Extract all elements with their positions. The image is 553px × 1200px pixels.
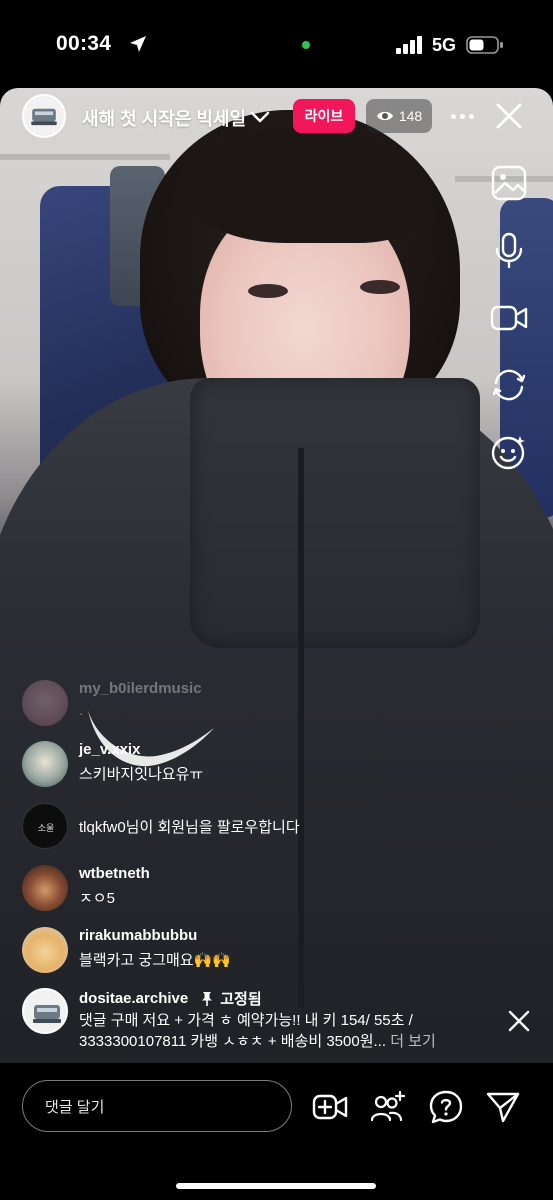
flip-camera-icon[interactable] (490, 366, 528, 404)
comment-avatar[interactable] (22, 927, 68, 973)
follow-notification: 소울 tlqkfw0님이 회원님을 팔로우합니다 (22, 803, 502, 849)
comment-text: 스키바지잇나요유ㅠ (79, 766, 204, 783)
live-badge: 라이브 (293, 99, 355, 133)
follower-avatar-image: 소울 (38, 823, 55, 834)
comment-avatar[interactable] (22, 865, 68, 911)
close-live-icon[interactable] (493, 100, 525, 132)
status-bar: 00:34 5G (0, 0, 553, 88)
comment-text: 블랙카고 궁그매요🙌🙌 (79, 952, 231, 969)
pinned-text-line2-wrap: 3333300107811 카뱅 ㅅㅎㅊ + 배송비 3500원... 더 보기 (79, 1031, 509, 1052)
pinned-label: 고정됨 (220, 991, 262, 1008)
streamer-eye-left (248, 284, 288, 298)
pinned-comment-text: 댓글 구매 저요 + 가격 ㅎ 예약가능!! 내 키 154/ 55초 / 33… (79, 1010, 509, 1052)
comment-item: je_v.xxix 스키바지잇나요유ㅠ (22, 741, 502, 787)
streamer-eye-right (360, 280, 400, 294)
pinned-avatar-image (33, 1005, 61, 1023)
question-icon[interactable] (428, 1089, 464, 1125)
eye-icon (376, 111, 393, 121)
live-video-feed[interactable] (0, 88, 553, 1063)
jacket-collar (190, 378, 480, 648)
comment-avatar[interactable] (22, 680, 68, 726)
pinned-comment-avatar[interactable] (22, 988, 68, 1034)
image-icon[interactable] (490, 164, 528, 202)
chevron-down-icon[interactable] (249, 106, 271, 128)
comment-username[interactable]: je_v.xxix (79, 741, 140, 758)
add-guest-icon[interactable] (370, 1089, 406, 1125)
video-camera-icon[interactable] (490, 299, 528, 337)
camera-in-use-indicator (302, 41, 310, 49)
more-dot (450, 113, 456, 119)
send-icon[interactable] (485, 1089, 521, 1125)
follower-avatar[interactable]: 소울 (22, 803, 68, 849)
more-options-button[interactable] (447, 103, 477, 129)
host-avatar[interactable] (22, 94, 66, 138)
follow-notification-text: tlqkfw0님이 회원님을 팔로우합니다 (79, 819, 300, 836)
live-title[interactable]: 새해 첫 시작은 빅세일 (82, 105, 246, 131)
comment-item: wtbetneth ㅈㅇ5 (22, 865, 502, 911)
comment-avatar[interactable] (22, 741, 68, 787)
add-video-icon[interactable] (312, 1089, 348, 1125)
comment-username[interactable]: rirakumabbubbu (79, 927, 197, 944)
comment-item: my_b0ilerdmusic . (22, 680, 502, 726)
more-dot (459, 113, 465, 119)
comment-username[interactable]: my_b0ilerdmusic (79, 680, 202, 697)
pinned-header: dositae.archive 고정됨 (79, 988, 262, 1009)
pin-icon (202, 991, 213, 1006)
battery-icon (466, 36, 503, 54)
home-indicator[interactable] (176, 1183, 376, 1189)
viewer-count-badge[interactable]: 148 (366, 99, 432, 133)
clothes-rack (0, 154, 170, 160)
pinned-comment[interactable]: dositae.archive 고정됨 댓글 구매 저요 + 가격 ㅎ 예약가능… (22, 988, 502, 1054)
more-dot (468, 113, 474, 119)
location-arrow-icon (130, 36, 146, 52)
comment-input[interactable]: 댓글 달기 (22, 1080, 292, 1132)
face-effects-icon[interactable] (490, 433, 528, 471)
jacket-zipper (298, 448, 304, 1008)
see-more-link[interactable]: 더 보기 (390, 1033, 436, 1050)
microphone-icon[interactable] (490, 231, 528, 269)
network-type: 5G (432, 35, 457, 55)
pinned-text-line1: 댓글 구매 저요 + 가격 ㅎ 예약가능!! 내 키 154/ 55초 / (79, 1012, 413, 1029)
unpin-close-icon[interactable] (505, 1007, 533, 1035)
host-avatar-image (24, 96, 64, 136)
cellular-signal-icon (396, 36, 422, 54)
pinned-username[interactable]: dositae.archive (79, 990, 188, 1007)
status-time: 00:34 (56, 32, 112, 55)
svg-text:소울: 소울 (38, 823, 55, 834)
bottom-bar: 댓글 달기 (0, 1063, 553, 1200)
pinned-text-line2: 3333300107811 카뱅 ㅅㅎㅊ + 배송비 3500원... (79, 1033, 387, 1050)
comment-username[interactable]: wtbetneth (79, 865, 150, 882)
viewer-count: 148 (398, 108, 423, 124)
comment-text: ㅈㅇ5 (79, 890, 115, 907)
comment-item: rirakumabbubbu 블랙카고 궁그매요🙌🙌 (22, 927, 502, 973)
comment-text: . (79, 702, 84, 719)
